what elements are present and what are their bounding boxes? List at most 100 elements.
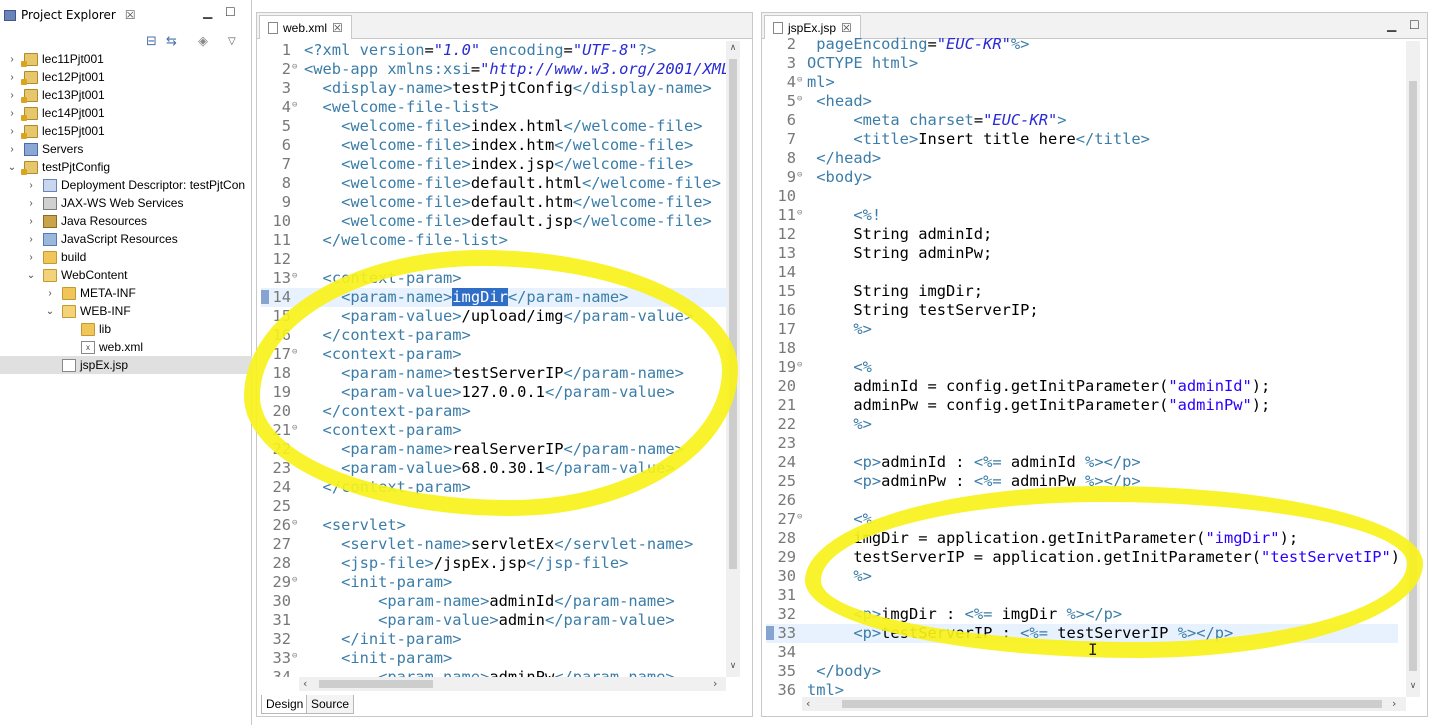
code-line[interactable]: 33 <p>testServerIP : <%= testServerIP %>… [766, 624, 1398, 643]
code-line[interactable]: 29 testServerIP = application.getInitPar… [766, 548, 1398, 567]
code-line[interactable]: 21 adminPw = config.getInitParameter("ad… [766, 396, 1398, 415]
code-line[interactable]: 2 ⊖ <web-app xmlns:xsi="http://www.w3.org/… [261, 60, 731, 79]
scroll-up-icon[interactable]: ∧ [726, 43, 740, 53]
minimize-icon[interactable]: ▁ [203, 5, 212, 19]
xml-scrollbar-thumb[interactable] [729, 59, 737, 569]
code-line[interactable]: 15 <param-value>/upload/img</param-value… [261, 307, 731, 326]
tree-item[interactable]: › JavaScript Resources [0, 230, 252, 248]
view-menu-icon[interactable]: ▽ [228, 36, 236, 47]
code-line[interactable]: 7 <welcome-file>index.jsp</welcome-file> [261, 155, 731, 174]
fold-toggle-icon[interactable]: ⊖ [797, 508, 802, 527]
tree-item[interactable]: › META-INF [0, 284, 252, 302]
code-line[interactable]: 10 [766, 187, 1398, 206]
collapsed-arrow-icon[interactable]: › [6, 126, 18, 137]
scroll-down-icon[interactable]: ∨ [726, 661, 740, 671]
tree-item[interactable]: › lec14Pjt001 [0, 104, 252, 122]
expanded-arrow-icon[interactable]: ⌄ [25, 270, 37, 281]
tree-item[interactable]: › build [0, 248, 252, 266]
collapsed-arrow-icon[interactable]: › [6, 54, 18, 65]
fold-toggle-icon[interactable]: ⊖ [292, 267, 297, 286]
code-line[interactable]: 34 [766, 643, 1398, 662]
scroll-right-icon[interactable]: › [713, 677, 717, 690]
code-line[interactable]: 6 <meta charset="EUC-KR"> [766, 111, 1398, 130]
code-line[interactable]: 25 <p>adminPw : <%= adminPw %></p> [766, 472, 1398, 491]
scroll-right-icon[interactable]: › [1392, 697, 1396, 710]
code-line[interactable]: 6 <welcome-file>index.htm</welcome-file> [261, 136, 731, 155]
close-icon[interactable]: ☒ [125, 8, 136, 22]
tree-item[interactable]: jspEx.jsp [0, 356, 252, 374]
code-line[interactable]: 24 </context-param> [261, 478, 731, 497]
collapse-all-icon[interactable]: ⊟ [146, 34, 157, 49]
code-line[interactable]: 32 <p>imgDir : <%= imgDir %></p> [766, 605, 1398, 624]
collapsed-arrow-icon[interactable]: › [6, 90, 18, 101]
code-line[interactable]: 20 </context-param> [261, 402, 731, 421]
code-line[interactable]: 15 String imgDir; [766, 282, 1398, 301]
code-line[interactable]: 31 <param-value>admin</param-value> [261, 611, 731, 630]
code-line[interactable]: 3 OCTYPE html> [766, 54, 1398, 73]
fold-toggle-icon[interactable]: ⊖ [292, 514, 297, 533]
tree-item[interactable]: › lec12Pjt001 [0, 68, 252, 86]
tree-item[interactable]: ⌄ WEB-INF [0, 302, 252, 320]
code-line[interactable]: 19 <param-value>127.0.0.1</param-value> [261, 383, 731, 402]
collapsed-arrow-icon[interactable]: › [6, 72, 18, 83]
fold-toggle-icon[interactable]: ⊖ [797, 204, 802, 223]
code-line[interactable]: 34 <param-name>adminPw</param-name> [261, 668, 731, 677]
code-line[interactable]: 9 ⊖ <body> [766, 168, 1398, 187]
code-line[interactable]: 8 </head> [766, 149, 1398, 168]
tree-item[interactable]: › lec15Pjt001 [0, 122, 252, 140]
code-line[interactable]: 26 ⊖ <servlet> [261, 516, 731, 535]
code-line[interactable]: 13 ⊖ <context-param> [261, 269, 731, 288]
code-line[interactable]: 23 <param-value>68.0.30.1</param-value> [261, 459, 731, 478]
collapsed-arrow-icon[interactable]: › [25, 234, 37, 245]
xml-horizontal-scrollbar[interactable]: ‹ › [299, 677, 726, 691]
close-icon[interactable]: ☒ [332, 21, 343, 35]
code-line[interactable]: 17 ⊖ <context-param> [261, 345, 731, 364]
tree-item[interactable]: x web.xml [0, 338, 252, 356]
code-line[interactable]: 13 String adminPw; [766, 244, 1398, 263]
code-line[interactable]: 18 [766, 339, 1398, 358]
collapsed-arrow-icon[interactable]: › [6, 144, 18, 155]
collapsed-arrow-icon[interactable]: › [25, 198, 37, 209]
code-line[interactable]: 22 %> [766, 415, 1398, 434]
code-line[interactable]: 7 <title>Insert title here</title> [766, 130, 1398, 149]
link-with-editor-icon[interactable]: ⇆ [166, 34, 177, 49]
scroll-down-icon[interactable]: ∨ [1406, 681, 1420, 691]
fold-toggle-icon[interactable]: ⊖ [292, 571, 297, 590]
jsp-hscrollbar-thumb[interactable] [842, 700, 1382, 708]
maximize-icon[interactable]: ☐ [225, 5, 236, 19]
scroll-left-icon[interactable]: ‹ [303, 677, 307, 690]
code-line[interactable]: 14 <param-name>imgDir</param-name> [261, 288, 731, 307]
code-line[interactable]: 26 [766, 491, 1398, 510]
tree-item[interactable]: › Servers [0, 140, 252, 158]
code-line[interactable]: 24 <p>adminId : <%= adminId %></p> [766, 453, 1398, 472]
tree-item[interactable]: lib [0, 320, 252, 338]
xml-source-text[interactable]: 1 <?xml version="1.0" encoding="UTF-8"?> 2… [261, 41, 731, 677]
code-line[interactable]: 2 pageEncoding="EUC-KR"%> [766, 35, 1398, 54]
xml-hscrollbar-thumb[interactable] [319, 680, 433, 688]
code-line[interactable]: 36 tml> [766, 681, 1398, 697]
code-line[interactable]: 25 [261, 497, 731, 516]
code-line[interactable]: 10 <welcome-file>default.jsp</welcome-fi… [261, 212, 731, 231]
code-line[interactable]: 30 <param-name>adminId</param-name> [261, 592, 731, 611]
fold-toggle-icon[interactable]: ⊖ [797, 90, 802, 109]
maximize-icon[interactable]: ☐ [1409, 18, 1420, 32]
tree-item[interactable]: › lec13Pjt001 [0, 86, 252, 104]
code-line[interactable]: 31 [766, 586, 1398, 605]
jsp-source-text[interactable]: 2 pageEncoding="EUC-KR"%> 3 OCTYPE html> 4 ⊖… [766, 35, 1398, 697]
code-line[interactable]: 35 </body> [766, 662, 1398, 681]
code-line[interactable]: 11 </welcome-file-list> [261, 231, 731, 250]
code-line[interactable]: 18 <param-name>testServerIP</param-name> [261, 364, 731, 383]
code-line[interactable]: 32 </init-param> [261, 630, 731, 649]
code-line[interactable]: 3 <display-name>testPjtConfig</display-n… [261, 79, 731, 98]
tree-item[interactable]: › JAX-WS Web Services [0, 194, 252, 212]
code-line[interactable]: 27 ⊖ <% [766, 510, 1398, 529]
code-line[interactable]: 9 <welcome-file>default.htm</welcome-fil… [261, 193, 731, 212]
fold-toggle-icon[interactable]: ⊖ [292, 343, 297, 362]
code-line[interactable]: 30 %> [766, 567, 1398, 586]
code-line[interactable]: 23 [766, 434, 1398, 453]
tab-source[interactable]: Source [306, 695, 355, 714]
tree-item[interactable]: › Java Resources [0, 212, 252, 230]
xml-vertical-scrollbar[interactable]: ∧ ∨ [726, 41, 740, 677]
fold-toggle-icon[interactable]: ⊖ [292, 96, 297, 115]
project-explorer-tab[interactable]: Project Explorer ☒ [4, 4, 136, 26]
